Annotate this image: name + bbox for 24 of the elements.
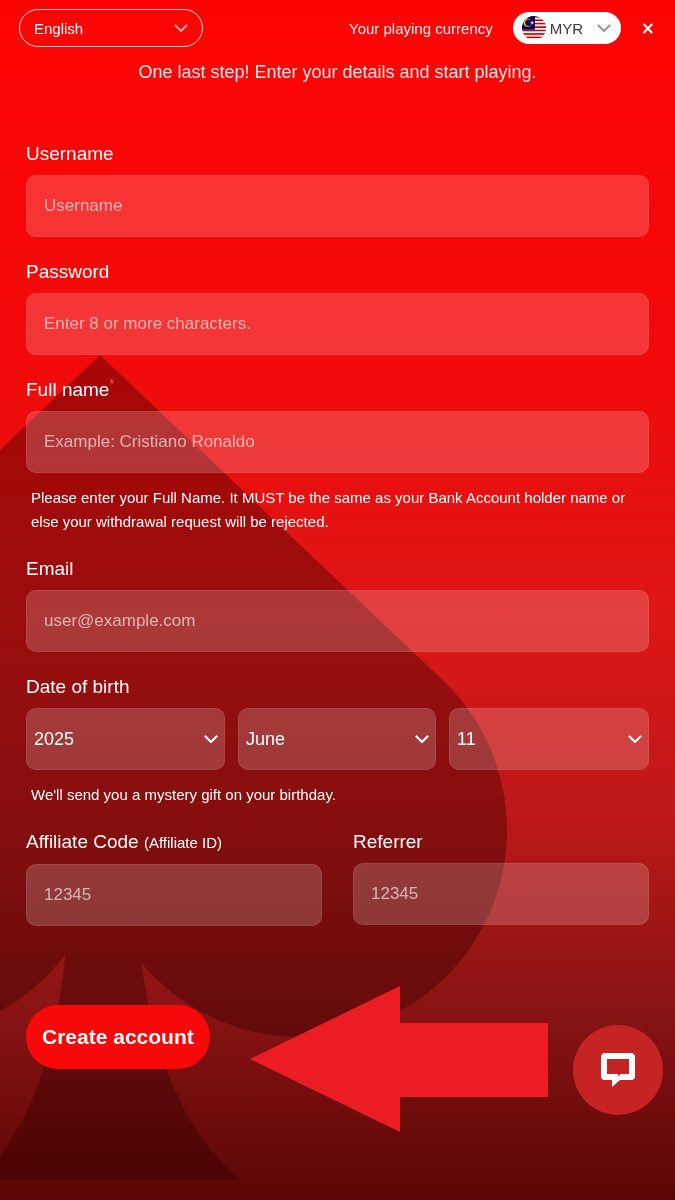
year-dropdown[interactable]: 2025 [26,708,225,770]
affiliate-code-label: Affiliate Code (Affiliate ID) [26,830,223,854]
currency-dropdown[interactable]: MYR [512,12,621,44]
chevron-down-icon [174,23,188,33]
intro-text: One last step! Enter your details and start playing. [137,61,538,83]
chevron-down-icon [415,734,429,744]
chevron-down-icon [596,23,611,33]
create-account-button[interactable]: Create account [26,1005,210,1069]
full-name-label: Full name$^{*}$ [26,378,115,402]
password-label: Password [26,260,110,284]
date-of-birth-label: Date of birth [26,675,130,699]
chat-bubble-icon [598,1050,638,1090]
currency-label: Your playing currency [349,19,493,37]
username-label: Username [26,142,114,166]
email-label: Email [26,557,74,581]
chevron-down-icon [204,734,218,744]
hint-text: We'll send you a mystery gift on your birthday. [30,785,337,805]
referrer-label: Referrer [353,830,423,854]
chevron-down-icon [628,734,642,744]
month-dropdown[interactable]: June [238,708,436,770]
flag-icon [521,16,546,40]
close-button[interactable]: × [638,18,657,38]
day-dropdown[interactable]: 11 [449,708,649,770]
hint-text: Please enter your Full Name. It MUST be the same as your Bank Account holder name or else your withdrawal request will be rejected. [30,488,627,532]
